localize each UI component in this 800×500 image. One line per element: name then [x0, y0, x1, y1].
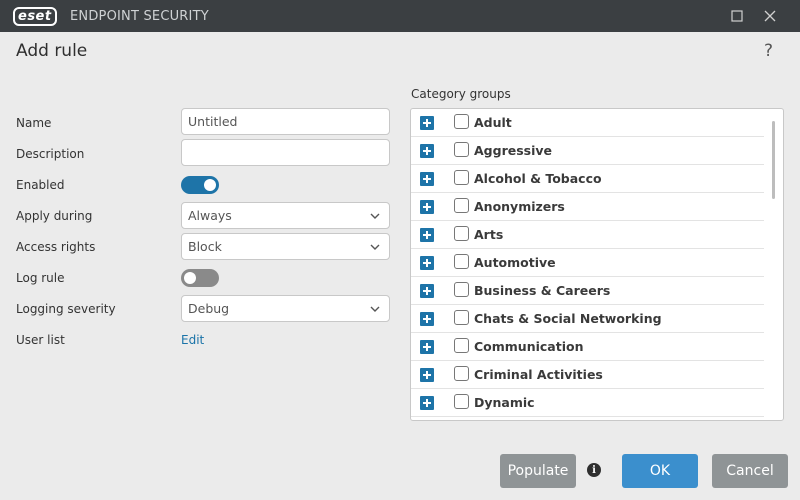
user-list-edit-link[interactable]: Edit: [181, 333, 204, 347]
enabled-toggle[interactable]: [181, 176, 219, 194]
access-rights-select[interactable]: Block: [181, 233, 390, 260]
category-checkbox[interactable]: [454, 310, 469, 325]
category-label: Chats & Social Networking: [474, 311, 662, 326]
info-icon[interactable]: i: [587, 463, 601, 477]
logging-severity-label: Logging severity: [16, 302, 116, 316]
help-icon[interactable]: ?: [764, 41, 773, 61]
expand-icon[interactable]: [420, 228, 434, 242]
eset-logo: eset: [13, 6, 57, 26]
category-checkbox[interactable]: [454, 338, 469, 353]
expand-icon[interactable]: [420, 200, 434, 214]
toggle-knob: [204, 179, 216, 191]
logging-severity-select[interactable]: Debug: [181, 295, 390, 322]
expand-icon[interactable]: [420, 340, 434, 354]
expand-icon[interactable]: [420, 172, 434, 186]
category-row-communication: Communication: [411, 333, 764, 361]
category-label: Automotive: [474, 255, 556, 270]
expand-icon[interactable]: [420, 368, 434, 382]
category-row-business-careers: Business & Careers: [411, 277, 764, 305]
category-label: Business & Careers: [474, 283, 611, 298]
name-input-value: Untitled: [188, 114, 238, 129]
expand-icon[interactable]: [420, 256, 434, 270]
category-row-chats-social: Chats & Social Networking: [411, 305, 764, 333]
name-input[interactable]: Untitled: [181, 108, 390, 135]
category-label: Adult: [474, 115, 512, 130]
category-label: Communication: [474, 339, 584, 354]
expand-icon[interactable]: [420, 312, 434, 326]
category-row-alcohol-tobacco: Alcohol & Tobacco: [411, 165, 764, 193]
category-checkbox[interactable]: [454, 198, 469, 213]
page-title: Add rule: [16, 41, 88, 61]
expand-icon[interactable]: [420, 396, 434, 410]
category-row-anonymizers: Anonymizers: [411, 193, 764, 221]
description-label: Description: [16, 147, 85, 161]
apply-during-value: Always: [188, 208, 232, 223]
category-checkbox[interactable]: [454, 142, 469, 157]
close-button[interactable]: [754, 0, 786, 32]
category-row-automotive: Automotive: [411, 249, 764, 277]
enabled-label: Enabled: [16, 178, 65, 192]
access-rights-value: Block: [188, 239, 222, 254]
category-groups-title: Category groups: [411, 87, 511, 101]
description-input[interactable]: [181, 139, 390, 166]
category-row-aggressive: Aggressive: [411, 137, 764, 165]
expand-icon[interactable]: [420, 284, 434, 298]
log-rule-toggle[interactable]: [181, 269, 219, 287]
category-list[interactable]: Adult Aggressive Alcohol & Tobacco Anony…: [410, 108, 784, 421]
category-checkbox[interactable]: [454, 226, 469, 241]
apply-during-label: Apply during: [16, 209, 93, 223]
category-row-dynamic: Dynamic: [411, 389, 764, 417]
category-checkbox[interactable]: [454, 282, 469, 297]
category-label: Aggressive: [474, 143, 553, 158]
category-row-adult: Adult: [411, 109, 764, 137]
chevron-down-icon: [370, 306, 380, 312]
access-rights-label: Access rights: [16, 240, 96, 254]
ok-button[interactable]: OK: [622, 454, 698, 488]
category-label: Anonymizers: [474, 199, 565, 214]
log-rule-label: Log rule: [16, 271, 65, 285]
title-bar: eset ENDPOINT SECURITY: [0, 0, 800, 32]
category-row-arts: Arts: [411, 221, 764, 249]
scrollbar[interactable]: [772, 121, 775, 199]
logo-text: eset: [13, 6, 57, 26]
chevron-down-icon: [370, 244, 380, 250]
category-checkbox[interactable]: [454, 254, 469, 269]
category-checkbox[interactable]: [454, 170, 469, 185]
apply-during-select[interactable]: Always: [181, 202, 390, 229]
category-label: Arts: [474, 227, 504, 242]
category-checkbox[interactable]: [454, 114, 469, 129]
category-label: Alcohol & Tobacco: [474, 171, 602, 186]
toggle-knob: [184, 272, 196, 284]
category-checkbox[interactable]: [454, 394, 469, 409]
chevron-down-icon: [370, 213, 380, 219]
maximize-button[interactable]: [721, 0, 753, 32]
populate-button[interactable]: Populate: [500, 454, 576, 488]
category-checkbox[interactable]: [454, 366, 469, 381]
expand-icon[interactable]: [420, 144, 434, 158]
app-title: ENDPOINT SECURITY: [70, 9, 209, 24]
name-label: Name: [16, 116, 52, 130]
maximize-icon: [731, 10, 743, 22]
logging-severity-value: Debug: [188, 301, 230, 316]
category-label: Criminal Activities: [474, 367, 603, 382]
close-icon: [764, 10, 776, 22]
category-row-criminal-activities: Criminal Activities: [411, 361, 764, 389]
cancel-button[interactable]: Cancel: [712, 454, 788, 488]
category-label: Dynamic: [474, 395, 535, 410]
expand-icon[interactable]: [420, 116, 434, 130]
user-list-label: User list: [16, 333, 65, 347]
